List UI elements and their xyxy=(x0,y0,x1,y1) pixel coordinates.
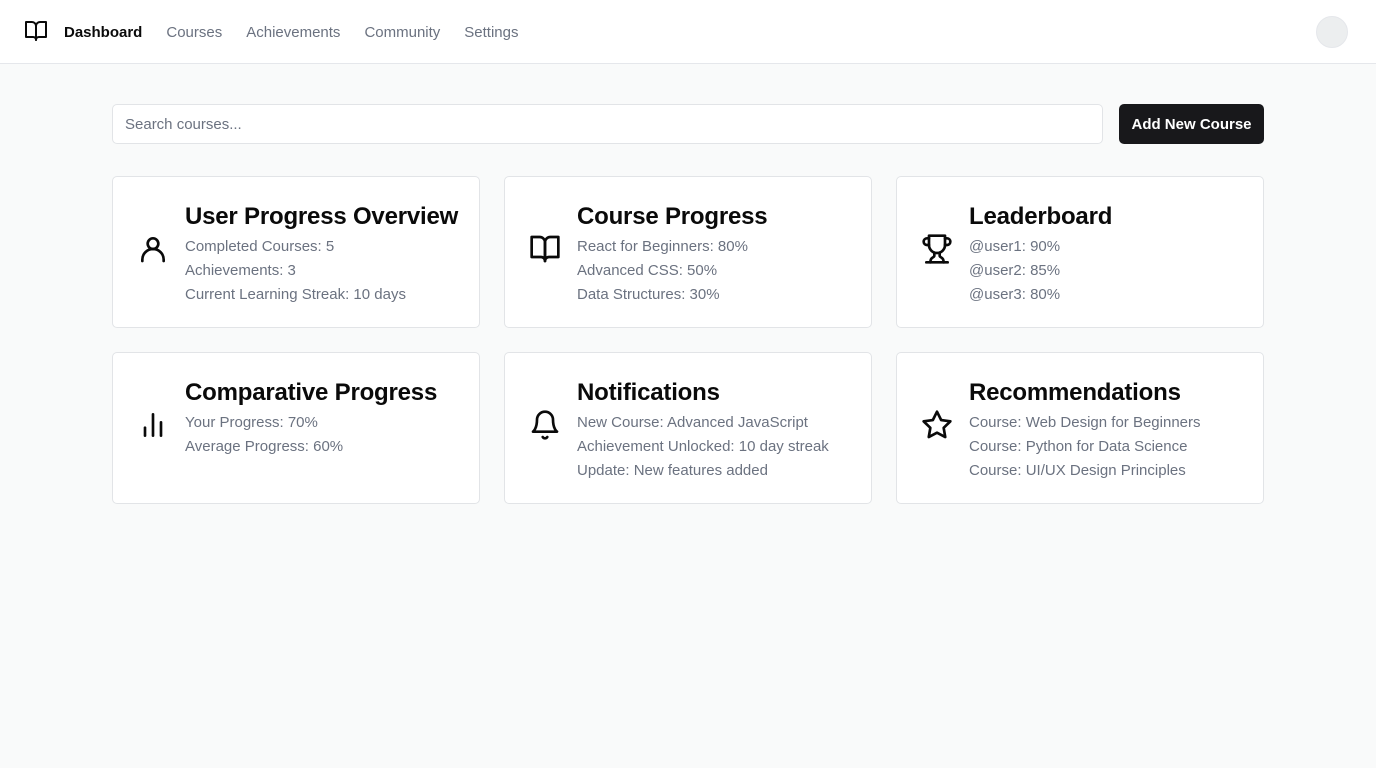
list-item: React for Beginners: 80% xyxy=(577,238,748,255)
book-icon xyxy=(529,233,561,265)
card-list: New Course: Advanced JavaScript Achievem… xyxy=(577,411,829,483)
main-nav: Dashboard Courses Achievements Community… xyxy=(64,0,543,64)
list-item: Course: UI/UX Design Principles xyxy=(969,462,1186,479)
card-title: Course Progress xyxy=(577,203,768,230)
bar-chart-icon xyxy=(137,409,169,441)
card-list: Completed Courses: 5 Achievements: 3 Cur… xyxy=(185,235,406,307)
list-item: Average Progress: 60% xyxy=(185,438,344,455)
list-item: Achievements: 3 xyxy=(185,262,296,279)
list-item: Advanced CSS: 50% xyxy=(577,262,718,279)
list-item: Update: New features added xyxy=(577,462,768,479)
list-item: Data Structures: 30% xyxy=(577,286,720,303)
comparative-progress-card: Comparative Progress Your Progress: 70% … xyxy=(112,352,480,504)
card-title: Comparative Progress xyxy=(185,379,438,406)
leaderboard-card: Leaderboard @user1: 90% @user2: 85% @use… xyxy=(896,176,1264,328)
card-list: Course: Web Design for Beginners Course:… xyxy=(969,411,1201,483)
recommendations-card: Recommendations Course: Web Design for B… xyxy=(896,352,1264,504)
course-progress-card: Course Progress React for Beginners: 80%… xyxy=(504,176,872,328)
card-title: Recommendations xyxy=(969,379,1181,406)
list-item: Course: Python for Data Science xyxy=(969,438,1188,455)
nav-item-community[interactable]: Community xyxy=(364,24,440,41)
nav-item-courses[interactable]: Courses xyxy=(166,24,222,41)
list-item: Achievement Unlocked: 10 day streak xyxy=(577,438,829,455)
list-item: Completed Courses: 5 xyxy=(185,238,335,255)
card-list: Your Progress: 70% Average Progress: 60% xyxy=(185,411,343,459)
bell-icon xyxy=(529,409,561,441)
avatar[interactable] xyxy=(1316,16,1348,48)
nav-item-dashboard[interactable]: Dashboard xyxy=(64,24,142,41)
card-title: Leaderboard xyxy=(969,203,1113,230)
book-open-logo-icon[interactable] xyxy=(24,19,48,43)
list-item: Your Progress: 70% xyxy=(185,414,318,431)
list-item: Course: Web Design for Beginners xyxy=(969,414,1201,431)
search-input[interactable] xyxy=(112,104,1103,144)
notifications-card: Notifications New Course: Advanced JavaS… xyxy=(504,352,872,504)
list-item: New Course: Advanced JavaScript xyxy=(577,414,808,431)
top-navigation-bar: Dashboard Courses Achievements Community… xyxy=(0,0,1376,64)
nav-item-settings[interactable]: Settings xyxy=(464,24,518,41)
star-icon xyxy=(921,409,953,441)
list-item: @user2: 85% xyxy=(969,262,1061,279)
add-new-course-button[interactable]: Add New Course xyxy=(1119,104,1264,144)
nav-item-achievements[interactable]: Achievements xyxy=(246,24,340,41)
card-list: @user1: 90% @user2: 85% @user3: 80% xyxy=(969,235,1060,307)
list-item: @user3: 80% xyxy=(969,286,1061,303)
user-icon xyxy=(137,233,169,265)
card-title: Notifications xyxy=(577,379,720,406)
card-title: User Progress Overview xyxy=(185,203,459,230)
trophy-icon xyxy=(921,233,953,265)
list-item: @user1: 90% xyxy=(969,238,1061,255)
user-progress-overview-card: User Progress Overview Completed Courses… xyxy=(112,176,480,328)
card-list: React for Beginners: 80% Advanced CSS: 5… xyxy=(577,235,748,307)
list-item: Current Learning Streak: 10 days xyxy=(185,286,406,303)
